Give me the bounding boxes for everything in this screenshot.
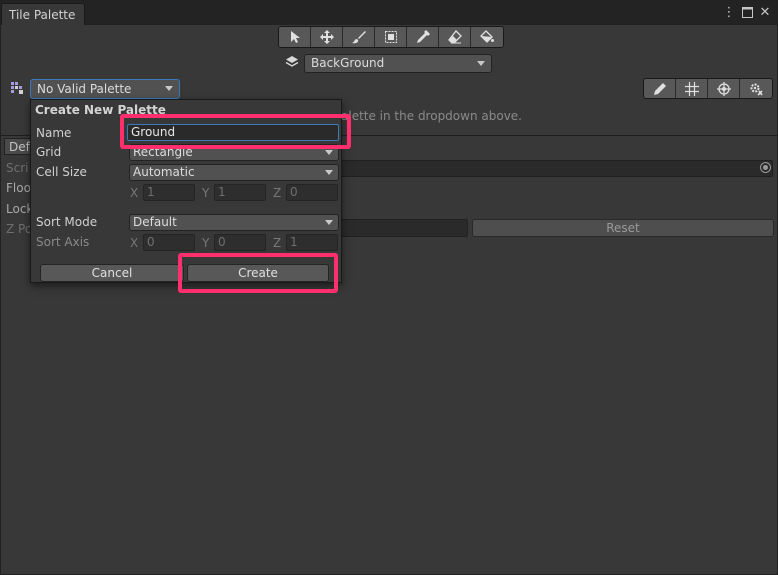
cell-size-label: Cell Size — [36, 165, 87, 179]
cell-y-field[interactable]: 1 — [214, 184, 266, 201]
active-tilemap-value: BackGround — [311, 56, 385, 70]
chevron-down-icon — [325, 220, 333, 225]
tile-tools-toolbar — [278, 26, 504, 48]
sort-axis-z-field[interactable]: 1 — [286, 234, 338, 251]
maximize-icon[interactable] — [741, 5, 753, 19]
grid-dropdown-value: Rectangle — [133, 145, 193, 159]
create-button[interactable]: Create — [187, 264, 329, 282]
axis-z-letter: Z — [273, 236, 282, 250]
chevron-down-icon — [325, 150, 333, 155]
settings-gear-icon[interactable] — [740, 79, 772, 98]
tab-tile-palette[interactable]: Tile Palette — [1, 3, 85, 25]
palette-dropdown-value: No Valid Palette — [37, 82, 132, 96]
cell-size-dropdown-value: Automatic — [133, 165, 195, 179]
active-tilemap-row: BackGround — [285, 53, 492, 73]
tab-bar: Tile Palette ⋮ ✕ — [1, 1, 777, 25]
popup-title: Create New Palette — [35, 103, 166, 117]
sort-mode-dropdown[interactable]: Default — [129, 214, 339, 231]
layers-icon — [285, 55, 299, 72]
more-vert-icon[interactable]: ⋮ — [723, 5, 736, 20]
chevron-down-icon — [165, 86, 173, 91]
sort-mode-dropdown-value: Default — [133, 215, 177, 229]
cell-size-dropdown[interactable]: Automatic — [129, 164, 339, 181]
flood-fill-label: Floo — [6, 181, 31, 195]
box-fill-icon[interactable] — [375, 27, 407, 47]
cell-z-letter: Z — [273, 186, 282, 200]
select-icon[interactable] — [279, 27, 311, 47]
cell-x-letter: X — [130, 186, 139, 200]
palette-name-input[interactable]: Ground — [127, 124, 339, 141]
z-position-label: Z Po — [6, 222, 33, 236]
chevron-down-icon — [477, 60, 485, 66]
active-tilemap-dropdown[interactable]: BackGround — [304, 53, 492, 73]
gizmos-icon[interactable] — [708, 79, 740, 98]
cancel-button[interactable]: Cancel — [40, 264, 184, 282]
name-label: Name — [36, 126, 72, 140]
move-icon[interactable] — [311, 27, 343, 47]
grid-label: Grid — [36, 145, 62, 159]
window-controls: ⋮ ✕ — [723, 5, 771, 20]
palette-grid-icon — [11, 82, 23, 94]
script-field — [341, 160, 773, 177]
sort-axis-label: Sort Axis — [36, 235, 90, 249]
reset-button[interactable]: Reset — [472, 219, 774, 237]
paint-brush-icon[interactable] — [343, 27, 375, 47]
sort-axis-x-field[interactable]: 0 — [143, 234, 195, 251]
cell-x-field[interactable]: 1 — [143, 184, 195, 201]
edit-pencil-icon[interactable] — [644, 79, 676, 98]
sort-axis-y-field[interactable]: 0 — [214, 234, 266, 251]
cell-y-letter: Y — [202, 186, 210, 200]
close-icon[interactable]: ✕ — [759, 5, 771, 20]
sort-mode-label: Sort Mode — [36, 215, 98, 229]
create-new-palette-popup: Create New Palette Name Ground Grid Rect… — [30, 99, 342, 283]
axis-x-letter: X — [130, 236, 139, 250]
axis-y-letter: Y — [202, 236, 210, 250]
object-picker-icon[interactable] — [760, 162, 771, 173]
script-label: Scri — [6, 161, 29, 175]
cell-z-field[interactable]: 0 — [286, 184, 338, 201]
palette-edit-tools — [643, 78, 773, 99]
fill-bucket-icon[interactable] — [471, 27, 503, 47]
tile-palette-window: Tile Palette ⋮ ✕ BackGround No Valid Pal… — [0, 0, 778, 575]
z-position-field[interactable] — [341, 219, 468, 237]
grid-dropdown[interactable]: Rectangle — [129, 144, 339, 161]
palette-dropdown[interactable]: No Valid Palette — [30, 79, 180, 99]
chevron-down-icon — [325, 170, 333, 175]
no-palette-message: alette in the dropdown above. — [341, 109, 522, 123]
grid-icon[interactable] — [676, 79, 708, 98]
eraser-icon[interactable] — [439, 27, 471, 47]
picker-icon[interactable] — [407, 27, 439, 47]
